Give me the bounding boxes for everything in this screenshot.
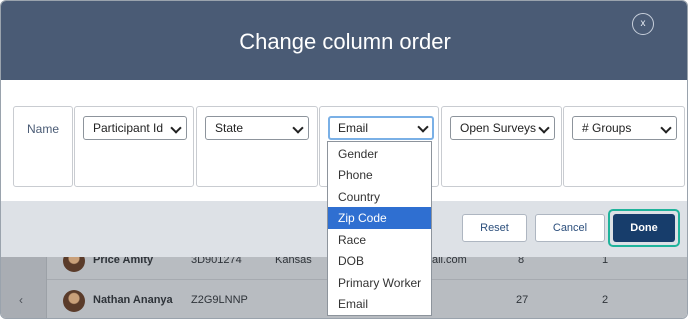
avatar <box>63 290 85 312</box>
chevron-down-icon <box>292 122 304 134</box>
select-value: State <box>215 121 244 135</box>
column-select-state[interactable]: State <box>205 116 309 140</box>
column-select-email[interactable]: Email <box>328 116 434 140</box>
modal-title: Change column order <box>239 29 451 54</box>
dropdown-option-dob[interactable]: DOB <box>328 250 431 272</box>
dropdown-option-email[interactable]: Email <box>328 293 431 315</box>
column-slot-2: State <box>196 106 318 187</box>
column-slot-4: Open Surveys <box>441 106 562 187</box>
column-select-groups[interactable]: # Groups <box>572 116 677 140</box>
close-button[interactable]: x <box>632 13 654 35</box>
done-button[interactable]: Done <box>613 214 675 242</box>
cancel-button[interactable]: Cancel <box>535 214 605 242</box>
modal-header: Change column order x <box>1 1 687 80</box>
participant-name: Nathan Ananya <box>93 294 173 306</box>
participant-surveys: 27 <box>516 294 529 306</box>
chevron-down-icon <box>170 122 182 134</box>
participant-id: Z2G9LNNP <box>191 294 248 306</box>
select-value: # Groups <box>582 121 632 135</box>
column-slot-1: Participant Id <box>74 106 194 187</box>
chevron-down-icon <box>538 122 550 134</box>
dropdown-option-primary-worker[interactable]: Primary Worker <box>328 272 431 294</box>
chevron-down-icon <box>417 121 429 133</box>
name-column-label: Name <box>26 122 59 136</box>
done-button-focus-ring: Done <box>608 209 680 247</box>
column-select-open-surveys[interactable]: Open Surveys <box>450 116 555 140</box>
column-slot-name: Name <box>13 106 73 187</box>
select-value: Open Surveys <box>460 121 537 135</box>
dropdown-option-race[interactable]: Race <box>328 229 431 251</box>
dropdown-option-country[interactable]: Country <box>328 186 431 208</box>
column-options-dropdown: Gender Phone Country Zip Code Race DOB P… <box>327 141 432 316</box>
column-slot-5: # Groups <box>563 106 685 187</box>
select-value: Email <box>338 121 369 135</box>
select-value: Participant Id <box>93 121 164 135</box>
app-frame: ‹ Price Amity 3D901274 Kansas ail.com 8 … <box>0 0 688 319</box>
column-select-participant-id[interactable]: Participant Id <box>83 116 187 140</box>
chevron-down-icon <box>660 122 672 134</box>
dropdown-option-zip-code[interactable]: Zip Code <box>328 207 431 229</box>
reset-button[interactable]: Reset <box>462 214 527 242</box>
participant-groups: 2 <box>602 294 609 306</box>
dropdown-option-gender[interactable]: Gender <box>328 143 431 165</box>
chevron-left-icon[interactable]: ‹ <box>19 293 23 307</box>
dropdown-option-phone[interactable]: Phone <box>328 164 431 186</box>
